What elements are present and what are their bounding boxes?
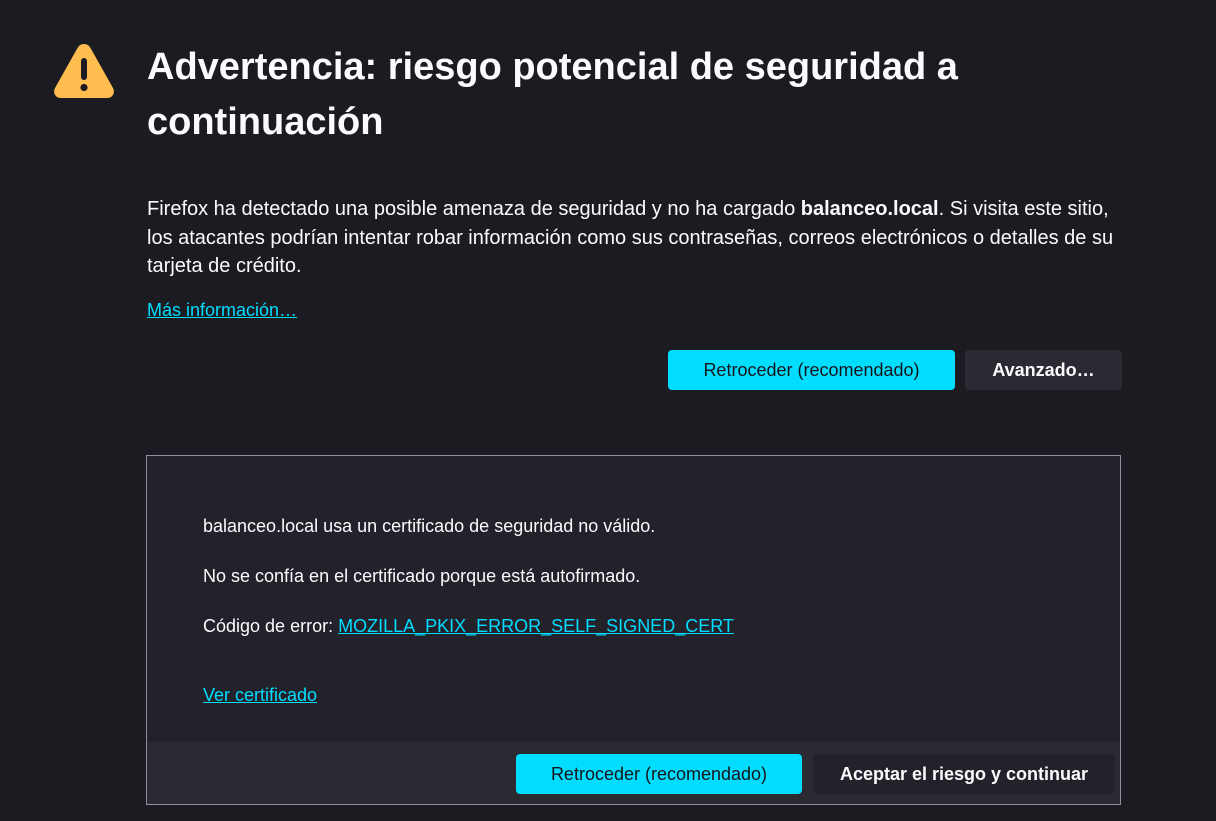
invalid-cert-text: balanceo.local usa un certificado de seg…	[203, 516, 656, 536]
intro-text: Firefox ha detectado una posible amenaza…	[147, 195, 1122, 281]
error-code-row: Código de error: MOZILLA_PKIX_ERROR_SELF…	[203, 614, 734, 638]
advanced-panel: balanceo.local usa un certificado de seg…	[146, 455, 1121, 805]
error-page: Advertencia: riesgo potencial de segurid…	[0, 0, 1216, 821]
page-title: Advertencia: riesgo potencial de segurid…	[147, 46, 958, 143]
host-name: balanceo.local	[800, 198, 939, 220]
error-code-link[interactable]: MOZILLA_PKIX_ERROR_SELF_SIGNED_CERT	[338, 616, 734, 636]
go-back-button-secondary[interactable]: Retroceder (recomendado)	[516, 754, 802, 794]
accept-risk-button[interactable]: Aceptar el riesgo y continuar	[813, 754, 1115, 794]
self-signed-text: No se confía en el certificado porque es…	[203, 566, 641, 586]
error-code-label: Código de error:	[203, 616, 339, 636]
advanced-button[interactable]: Avanzado…	[965, 350, 1122, 390]
warning-triangle-icon	[54, 44, 114, 98]
go-back-button[interactable]: Retroceder (recomendado)	[668, 350, 955, 390]
more-info-link[interactable]: Más información…	[147, 298, 297, 322]
advanced-panel-footer: Retroceder (recomendado) Aceptar el ries…	[147, 742, 1120, 804]
intro-text-start: Firefox ha detectado una posible amenaza…	[147, 198, 801, 220]
view-certificate-link[interactable]: Ver certificado	[203, 683, 317, 707]
